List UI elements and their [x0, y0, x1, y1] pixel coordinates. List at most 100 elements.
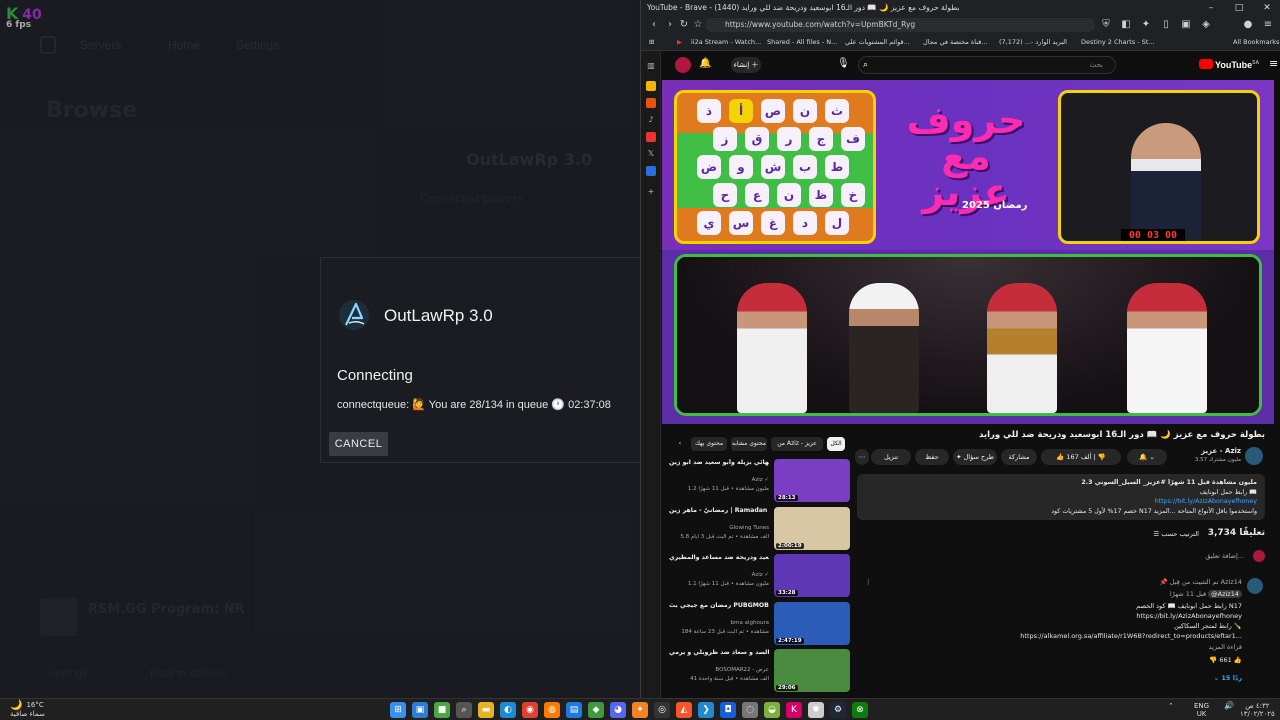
chip[interactable]: محتوى بهك — [691, 437, 727, 451]
minecraft-icon[interactable]: ■ — [434, 702, 450, 718]
chip[interactable]: محتوى مشابه — [731, 437, 767, 451]
guide-menu-icon[interactable]: ≡ — [1269, 57, 1278, 70]
comment-link[interactable]: https://bit.ly/AzizAbonayefhoney — [1136, 612, 1242, 620]
profile-icon[interactable]: ● — [1241, 18, 1255, 32]
sidebar-youtube-icon[interactable] — [646, 132, 656, 142]
sidebar-panel-icon[interactable]: ▥ — [646, 61, 656, 71]
sidebar-notes-icon[interactable] — [646, 81, 656, 91]
add-comment-input[interactable]: إضافة تعليق... — [1205, 552, 1244, 560]
menu-icon[interactable]: ≡ — [1261, 18, 1275, 32]
bookmark-item[interactable]: قناة مختصة في مجال... — [923, 38, 988, 46]
brave-shield-icon[interactable]: ⛨ — [1099, 18, 1113, 32]
related-channel[interactable]: bma alghoura — [669, 620, 769, 626]
brave-icon[interactable]: ◭ — [676, 702, 692, 718]
close-icon[interactable]: ✕ — [1253, 0, 1280, 16]
video-player[interactable]: ذأصنثزقرجفضوشبطحعنظخيسغدل حروف مع عزيز ر… — [662, 80, 1274, 424]
related-video-item[interactable]: 29:06 بطولة تحدي الصور | ابو السد و سعاد … — [669, 649, 853, 693]
extension-icon[interactable]: ◧ — [1119, 18, 1133, 32]
store-icon[interactable]: ▤ — [566, 702, 582, 718]
vpn-icon[interactable]: ◈ — [1199, 18, 1213, 32]
minecraft-launcher-icon[interactable]: ◆ — [588, 702, 604, 718]
bookmark-item[interactable]: Destiny 2 Charts - St... — [1081, 38, 1155, 46]
obs-icon[interactable]: ◎ — [654, 702, 670, 718]
comment-author[interactable]: @Aziz14 — [1208, 590, 1242, 598]
yt-bookmark-icon[interactable]: ▶ — [677, 38, 682, 46]
back-icon[interactable]: ‹ — [647, 18, 661, 32]
replies-toggle[interactable]: ⌄ 15 ردًا — [1214, 674, 1242, 682]
minimize-icon[interactable]: – — [1197, 0, 1225, 16]
network-volume-icons[interactable]: 🔊 — [1224, 702, 1234, 710]
comment-author-avatar[interactable] — [1247, 578, 1263, 594]
search-icon[interactable]: ⌕ — [863, 60, 868, 70]
sidebar-app-icon[interactable] — [646, 166, 656, 176]
like-dislike-button[interactable]: 👍 167 ألف | 👎 — [1041, 449, 1121, 465]
related-video-item[interactable]: 28:13 بطولة حروف مع عزيز 🌙 📖 دور نصف النه… — [669, 459, 853, 503]
youtube-logo[interactable]: YouTubeSA — [1199, 59, 1259, 70]
app-icon[interactable]: K — [786, 702, 802, 718]
task-view-icon[interactable]: ▣ — [412, 702, 428, 718]
create-button[interactable]: إنشاء ＋ — [731, 57, 761, 73]
clock[interactable]: ٤:٣٢ ص ١٣/٠٢/٢٠٢٥ — [1240, 702, 1275, 718]
chip[interactable]: من Aziz - عزيز — [771, 437, 823, 451]
ask-button[interactable]: ✦ طرح سؤال — [953, 449, 997, 465]
read-more[interactable]: قراءة المزيد — [1209, 643, 1242, 651]
reload-icon[interactable]: ↻ — [677, 18, 691, 32]
related-channel[interactable]: Aziz ✓ — [669, 477, 769, 483]
subscribe-bell-button[interactable]: 🔔 ⌄ — [1127, 449, 1167, 465]
extensions-puzzle-icon[interactable]: ✦ — [1139, 18, 1153, 32]
windows-start-icon[interactable]: ⊞ — [390, 702, 406, 718]
bookmark-item[interactable]: Shared - All files - N... — [767, 38, 837, 46]
related-video-item[interactable]: 2:47:19 رمضان مع جيجي بث PUBGMOBILE مباشر… — [669, 601, 853, 646]
chips-scroll-icon[interactable]: ‹ — [675, 437, 685, 451]
wallet-icon[interactable]: ▣ — [1179, 18, 1193, 32]
discord-icon[interactable]: ◕ — [610, 702, 626, 718]
fivem-icon[interactable]: ✦ — [632, 702, 648, 718]
apps-grid-icon[interactable]: ⊞ — [649, 38, 654, 46]
weather-widget[interactable]: 🌙 16°C سماء صافية — [10, 701, 45, 719]
file-explorer-icon[interactable]: ▬ — [478, 702, 494, 718]
cancel-button[interactable]: CANCEL — [329, 432, 388, 456]
bookmark-item[interactable]: ii2a Stream - Watch... — [691, 38, 761, 46]
save-button[interactable]: حفظ — [915, 449, 949, 465]
sidebar-toggle-icon[interactable]: ▯ — [1159, 18, 1173, 32]
tray-overflow-icon[interactable]: ⌃ — [1168, 702, 1174, 710]
app-icon[interactable]: ✱ — [808, 702, 824, 718]
app-icon[interactable]: ◒ — [764, 702, 780, 718]
channel-avatar[interactable] — [1245, 447, 1263, 465]
voice-search-icon[interactable]: 🎙 — [837, 58, 850, 69]
related-channel[interactable]: BOSOMAR22 - عرض — [669, 667, 769, 673]
related-video-item[interactable]: 33:28 بطولة حروف مع عزيز 🌙 📖 دور الـ8 أبو… — [669, 554, 853, 598]
bookmark-item[interactable]: البريد الوارد -... (7,172) — [999, 38, 1067, 46]
all-bookmarks[interactable]: All Bookmarks — [1233, 38, 1279, 46]
firefox-icon[interactable]: ◍ — [544, 702, 560, 718]
steam-icon[interactable]: ⚙ — [830, 702, 846, 718]
description-box[interactable]: 2.3 مليون مشاهدة قبل 11 شهرًا #عزيز_ الس… — [857, 474, 1265, 520]
more-actions-icon[interactable]: ⋯ — [855, 449, 869, 465]
description-link[interactable]: https://bit.ly/AzizAbonayefhoney — [865, 497, 1257, 507]
sort-button[interactable]: ☰ الترتيب حسب — [1153, 530, 1199, 538]
chip-all[interactable]: الكل — [827, 437, 845, 451]
related-channel[interactable]: Glowing Tunes — [669, 525, 769, 531]
related-video-item[interactable]: 2:00:19 رمضانيّ - ماهر زين | Ramadan (Ara… — [669, 506, 853, 551]
bitwarden-icon[interactable]: ◘ — [720, 702, 736, 718]
sidebar-add-icon[interactable]: + — [646, 187, 656, 197]
maximize-icon[interactable]: □ — [1225, 0, 1253, 16]
comment-link[interactable]: https://alkamel.org.sa/affiliate/r1W6B?r… — [1020, 632, 1242, 640]
edge-icon[interactable]: ◐ — [500, 702, 516, 718]
download-button[interactable]: تنزيل — [871, 449, 911, 465]
bookmark-item[interactable]: قوائم المشتويات علي... — [845, 38, 910, 46]
channel-name[interactable]: عزيز - Aziz — [1175, 447, 1241, 455]
comment-menu-icon[interactable]: ⋮ — [865, 578, 872, 586]
language-indicator[interactable]: ENG UK — [1194, 702, 1209, 718]
search-input[interactable]: بحث — [858, 56, 1116, 74]
address-bar[interactable]: https://www.youtube.com/watch?v=UpmBKTd_… — [705, 18, 1095, 32]
search-app-icon[interactable]: ⌕ — [456, 702, 472, 718]
chrome-icon[interactable]: ◉ — [522, 702, 538, 718]
notifications-icon[interactable]: 🔔 — [699, 58, 711, 69]
xbox-icon[interactable]: ⊗ — [852, 702, 868, 718]
vscode-icon[interactable]: ❯ — [698, 702, 714, 718]
account-avatar[interactable] — [675, 57, 691, 73]
share-button[interactable]: مشاركة — [1001, 449, 1037, 465]
app-icon[interactable]: ◌ — [742, 702, 758, 718]
sidebar-tiktok-icon[interactable]: ♪ — [646, 115, 656, 125]
